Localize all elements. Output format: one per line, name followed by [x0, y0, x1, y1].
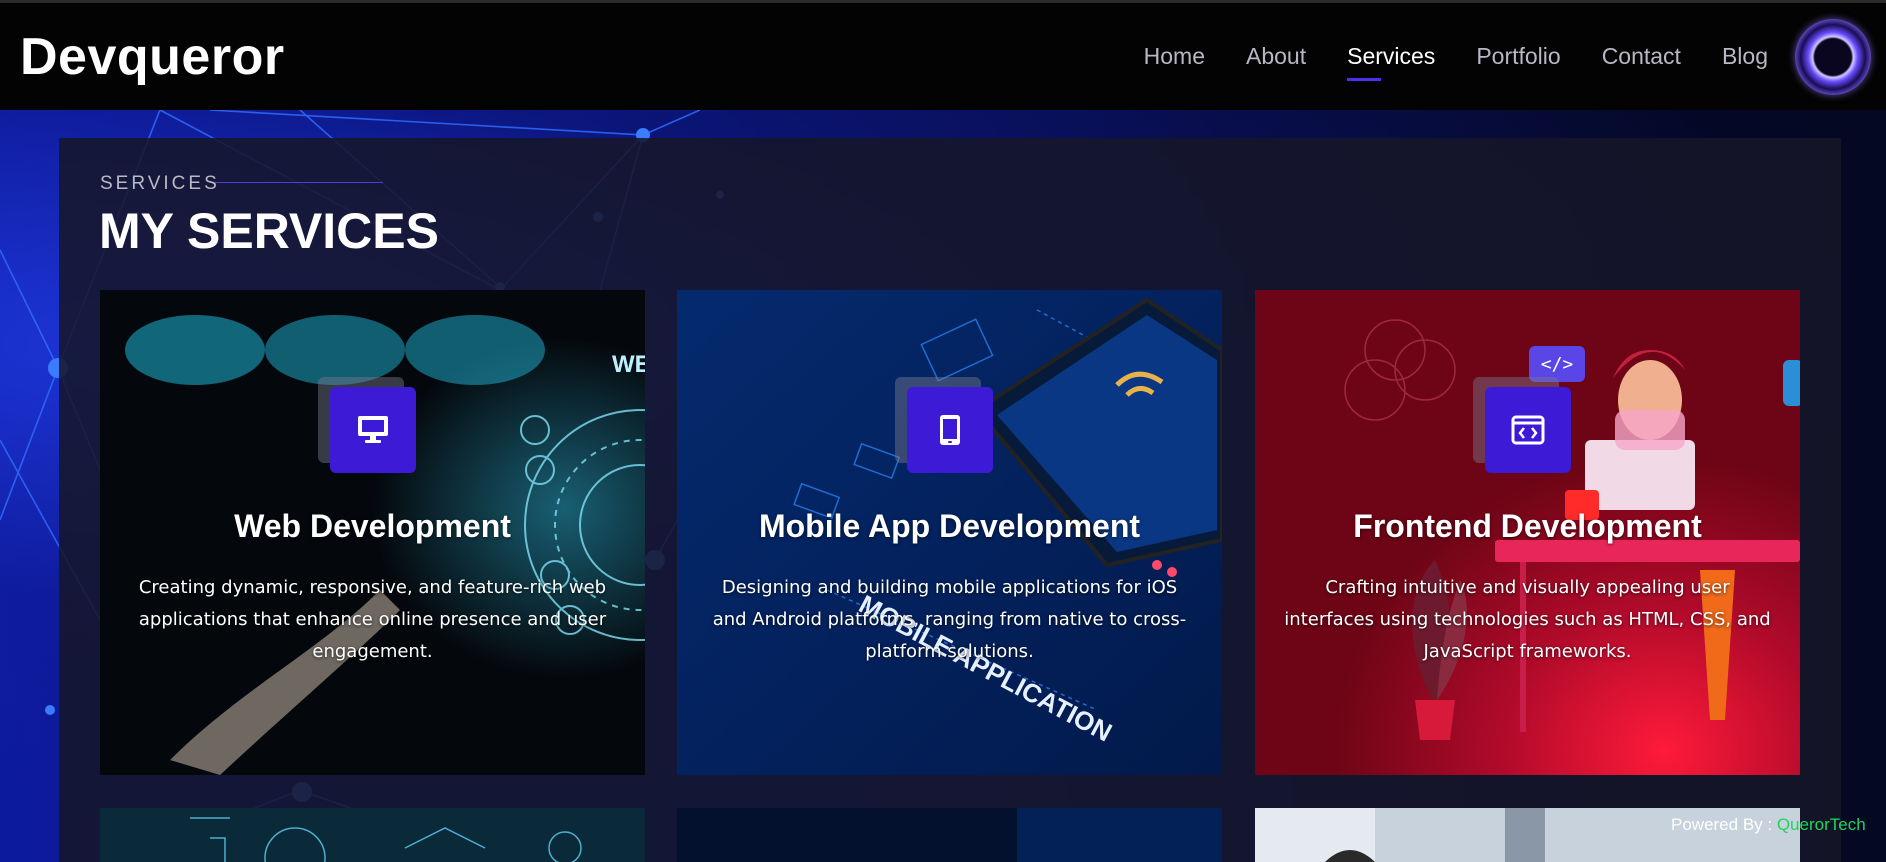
section-eyebrow: SERVICES — [100, 173, 220, 194]
eyebrow-divider — [215, 182, 383, 183]
service-card-mobile-app-development[interactable]: MOBILE APPLICATION Mobile App Developmen… — [677, 290, 1222, 775]
nav-contact[interactable]: Contact — [1602, 43, 1681, 70]
powered-by-label: Powered By : — [1671, 815, 1777, 834]
main-nav: Home About Services Portfolio Contact Bl… — [1103, 43, 1768, 81]
code-window-icon — [1484, 387, 1571, 473]
nav-home[interactable]: Home — [1144, 43, 1205, 70]
nav-services[interactable]: Services — [1347, 43, 1435, 81]
service-card-partial[interactable] — [677, 808, 1222, 862]
site-logo[interactable]: Devqueror — [20, 27, 285, 87]
partial-card-image — [100, 808, 645, 862]
nav-blog[interactable]: Blog — [1722, 43, 1768, 70]
site-header: Devqueror Home About Services Portfolio … — [0, 0, 1886, 110]
powered-by: Powered By : QuerorTech — [1671, 815, 1866, 835]
nav-portfolio[interactable]: Portfolio — [1476, 43, 1560, 70]
avatar[interactable] — [1795, 19, 1871, 95]
service-title: Web Development — [234, 508, 511, 544]
monitor-icon — [329, 387, 416, 473]
service-card-frontend-development[interactable]: </> Frontend Development Crafting intuit… — [1255, 290, 1800, 775]
service-description: Crafting intuitive and visually appealin… — [1284, 577, 1771, 662]
partial-card-image — [677, 808, 1222, 862]
icon-container — [894, 377, 993, 473]
icon-container — [317, 377, 416, 473]
web-art-text: WEB DEVELOP — [612, 351, 645, 378]
mobile-phone-icon — [906, 387, 993, 473]
service-title: Frontend Development — [1353, 508, 1702, 544]
service-description: Creating dynamic, responsive, and featur… — [138, 577, 607, 662]
nav-about[interactable]: About — [1246, 43, 1306, 70]
icon-container — [1472, 377, 1571, 473]
service-title: Mobile App Development — [758, 508, 1141, 544]
service-card-partial[interactable] — [100, 808, 645, 862]
code-badge-text: </> — [1541, 354, 1574, 375]
section-title: MY SERVICES — [99, 203, 439, 259]
powered-by-brand[interactable]: QuerorTech — [1777, 815, 1866, 834]
service-description: Designing and building mobile applicatio… — [712, 577, 1187, 662]
service-card-web-development[interactable]: WEB DEVELOP Web Development Creating dyn… — [100, 290, 645, 775]
